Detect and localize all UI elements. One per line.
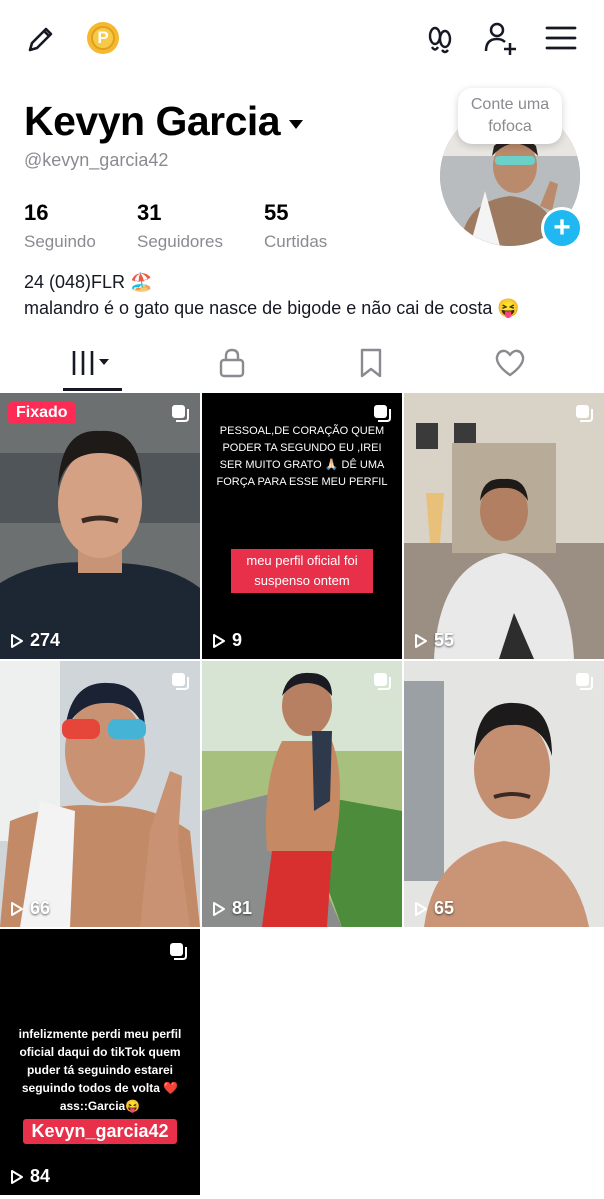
view-count: 81: [212, 898, 252, 919]
video-label: Kevyn_garcia42: [23, 1119, 177, 1144]
video-tile[interactable]: Fixado 274: [0, 393, 200, 659]
view-count: 9: [212, 630, 242, 651]
coin-letter: P: [91, 26, 115, 50]
profile-name[interactable]: Kevyn Garcia: [24, 98, 305, 145]
multi-video-icon: [576, 673, 593, 690]
video-thumbnail: [404, 661, 604, 927]
hamburger-menu-icon: [545, 26, 577, 50]
multi-video-icon: [374, 405, 391, 422]
play-icon: [213, 901, 225, 916]
lock-icon: [219, 348, 245, 378]
view-count: 274: [10, 630, 60, 651]
bookmark-icon: [360, 348, 382, 378]
stat-followers[interactable]: 31 Seguidores: [137, 200, 223, 252]
stat-label: Seguidores: [137, 232, 224, 251]
play-icon: [415, 901, 427, 916]
stat-value: 16: [24, 200, 49, 225]
video-label: meu perfil oficial foi suspenso ontem: [231, 549, 373, 593]
tab-videos[interactable]: [60, 340, 126, 386]
tab-private[interactable]: [210, 340, 254, 386]
view-count: 55: [414, 630, 454, 651]
multi-video-icon: [576, 405, 593, 422]
video-tile[interactable]: 65: [404, 661, 604, 927]
view-count: 84: [10, 1166, 50, 1187]
coin-icon: P: [87, 22, 119, 54]
video-caption: infelizmente perdi meu perfil oficial da…: [18, 1027, 182, 1113]
bio-line-2: malandro é o gato que nasce de bigode e …: [24, 298, 520, 318]
tab-favorites[interactable]: [349, 340, 393, 386]
story-prompt-bubble[interactable]: Conte uma fofoca: [458, 88, 562, 144]
footprints-icon: [428, 26, 452, 54]
edit-profile-button[interactable]: [22, 20, 60, 58]
chevron-down-icon: [289, 120, 304, 130]
video-tile[interactable]: infelizmente perdi meu perfil oficial da…: [0, 929, 200, 1195]
video-tile[interactable]: 66: [0, 661, 200, 927]
multi-video-icon: [172, 405, 189, 422]
video-label-box: Kevyn_garcia42: [10, 1119, 190, 1144]
profile-handle: @kevyn_garcia42: [24, 150, 169, 170]
add-friend-button[interactable]: [479, 18, 521, 58]
profile-views-button[interactable]: [420, 20, 460, 58]
profile-name-text: Kevyn Garcia: [24, 98, 281, 144]
heart-icon: [495, 349, 525, 377]
active-tab-indicator: [63, 388, 122, 391]
add-story-button[interactable]: +: [541, 207, 583, 249]
video-thumbnail: [404, 393, 604, 659]
multi-video-icon: [374, 673, 391, 690]
video-tile[interactable]: 55: [404, 393, 604, 659]
view-count: 65: [414, 898, 454, 919]
menu-button[interactable]: [541, 20, 581, 56]
pencil-icon: [28, 27, 53, 52]
video-label-box: meu perfil oficial foi suspenso ontem: [212, 549, 392, 593]
stat-value: 31: [137, 200, 162, 225]
bio-line-1: 24 (048)FLR 🏖️: [24, 272, 153, 292]
play-icon: [11, 1169, 23, 1184]
pinned-badge: Fixado: [8, 402, 76, 424]
play-icon: [11, 901, 23, 916]
play-icon: [213, 633, 225, 648]
multi-video-icon: [172, 673, 189, 690]
add-user-icon: [484, 22, 516, 55]
multi-video-icon: [170, 943, 187, 960]
video-tile[interactable]: PESSOAL,DE CORAÇÃO QUEM PODER TA SEGUNDO…: [202, 393, 402, 659]
videos-grid-icon: [72, 351, 109, 375]
stat-following[interactable]: 16 Seguindo: [24, 200, 96, 252]
coin-button[interactable]: P: [87, 22, 119, 54]
play-icon: [415, 633, 427, 648]
stat-label: Curtidas: [264, 232, 328, 251]
view-count: 66: [10, 898, 50, 919]
video-caption: PESSOAL,DE CORAÇÃO QUEM PODER TA SEGUNDO…: [216, 425, 388, 488]
video-tile[interactable]: 81: [202, 661, 402, 927]
stat-label: Seguindo: [24, 232, 96, 251]
stat-value: 55: [264, 200, 289, 225]
plus-icon: +: [553, 211, 571, 244]
stat-likes[interactable]: 55 Curtidas: [264, 200, 327, 252]
video-thumbnail: [0, 661, 200, 927]
video-thumbnail: [0, 393, 200, 659]
play-icon: [11, 633, 23, 648]
tab-liked[interactable]: [488, 340, 532, 386]
video-thumbnail: [202, 661, 402, 927]
